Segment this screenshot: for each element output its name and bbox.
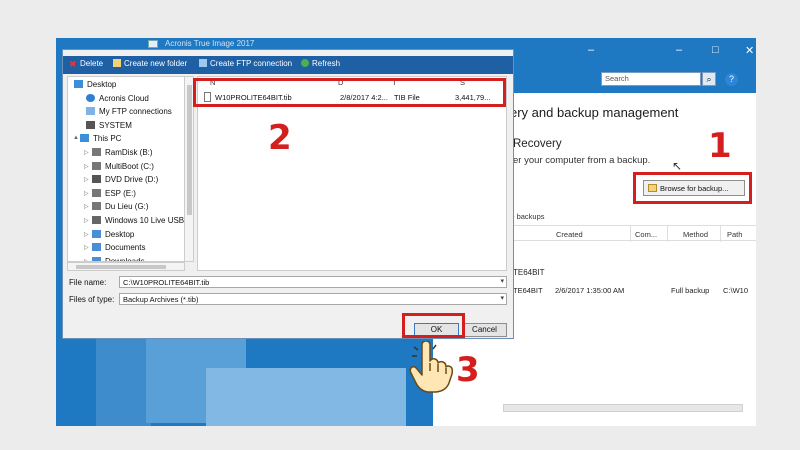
column-header[interactable]: Com... xyxy=(635,230,657,239)
tree-item-label: SYSTEM xyxy=(99,120,132,130)
pointing-hand-icon xyxy=(409,341,454,393)
column-header[interactable]: Method xyxy=(683,230,708,239)
tree-item-label: Desktop xyxy=(87,80,117,89)
expand-icon[interactable]: ▷ xyxy=(84,231,89,238)
refresh-icon xyxy=(301,59,309,67)
minimize-icon[interactable]: – xyxy=(676,44,682,56)
minimize-icon[interactable]: – xyxy=(588,44,594,56)
expand-icon[interactable]: ▷ xyxy=(84,163,89,170)
backup-row-path[interactable]: C:\W10 xyxy=(723,286,748,295)
drive-icon xyxy=(92,161,101,170)
new-folder-icon xyxy=(113,59,121,67)
tree-item[interactable]: Acronis Cloud xyxy=(86,93,149,103)
tree-item-label: This PC xyxy=(93,134,122,144)
tree-item-label: Windows 10 Live USB ( xyxy=(105,216,185,225)
mouse-cursor-icon: ↖ xyxy=(672,159,683,173)
usb-icon xyxy=(92,216,101,224)
filename-label: File name: xyxy=(69,278,107,287)
delete-icon: ✖ xyxy=(69,59,77,69)
tree-item[interactable]: ▷ Windows 10 Live USB ( xyxy=(84,216,185,225)
desktop-icon xyxy=(74,80,83,88)
tree-item-label: Desktop xyxy=(105,229,135,239)
search-icon[interactable]: ⌕ xyxy=(702,72,716,86)
backup-table-header: Created Com... Method Path xyxy=(508,225,756,242)
folder-tree[interactable]: Desktop Acronis Cloud My FTP connections SY… xyxy=(67,76,185,262)
recovery-subtitle: er your computer from a backup. xyxy=(513,155,651,166)
create-ftp-button[interactable]: Create FTP connection xyxy=(199,59,292,68)
tree-item-label: Acronis Cloud xyxy=(99,93,149,103)
user-icon xyxy=(86,120,95,129)
refresh-button[interactable]: Refresh xyxy=(301,59,340,68)
tree-item[interactable]: Desktop xyxy=(74,80,116,89)
tree-item[interactable]: ▷ Du Lieu (G:) xyxy=(84,202,149,212)
drive-icon xyxy=(92,202,101,211)
filetype-select[interactable]: Backup Archives (*.tib) ▾ xyxy=(119,293,507,305)
search-input[interactable]: Search xyxy=(601,72,701,86)
tree-item[interactable]: ▷ ESP (E:) xyxy=(84,188,136,198)
dropdown-arrow-icon[interactable]: ▾ xyxy=(500,277,504,285)
backup-row-method[interactable]: Full backup xyxy=(671,286,709,295)
ftp-icon xyxy=(86,107,95,116)
scrollbar-thumb[interactable] xyxy=(76,265,166,269)
step-number-3: 3 xyxy=(456,350,480,390)
tree-item-label: Du Lieu (G:) xyxy=(105,202,149,212)
help-icon[interactable]: ? xyxy=(725,73,738,86)
highlight-box-ok xyxy=(402,313,465,338)
filetype-label: Files of type: xyxy=(69,295,115,304)
computer-icon xyxy=(80,134,89,143)
tree-item[interactable]: ▷ Documents xyxy=(84,243,146,253)
expand-icon[interactable]: ▷ xyxy=(84,244,89,251)
expand-icon[interactable]: ▷ xyxy=(84,149,89,156)
filename-input[interactable]: C:\W10PROLITE64BIT.tib ▾ xyxy=(119,276,507,288)
dialog-toolbar: ✖ Delete Create new folder Create FTP con… xyxy=(63,56,513,74)
step-number-1: 1 xyxy=(708,126,732,166)
drive-icon xyxy=(92,188,101,197)
folder-icon xyxy=(92,243,101,252)
step-number-2: 2 xyxy=(268,118,292,158)
cancel-button[interactable]: Cancel xyxy=(462,323,507,337)
tree-item[interactable]: My FTP connections xyxy=(86,107,172,116)
tree-item[interactable]: ▷ DVD Drive (D:) xyxy=(84,175,159,185)
delete-button[interactable]: ✖ Delete xyxy=(69,59,103,69)
dvd-icon xyxy=(92,175,101,184)
page-title: ery and backup management xyxy=(510,105,679,120)
backup-group-label: TE64BIT xyxy=(513,268,545,277)
tree-item-label: ESP (E:) xyxy=(105,188,136,198)
backup-row-name[interactable]: TE64BIT xyxy=(513,286,543,295)
recovery-title: Recovery xyxy=(513,138,562,150)
tree-item[interactable]: SYSTEM xyxy=(86,120,132,130)
create-folder-button[interactable]: Create new folder xyxy=(113,59,187,68)
column-header[interactable]: Path xyxy=(727,230,742,239)
tree-item-label: DVD Drive (D:) xyxy=(105,175,159,185)
tree-horizontal-scrollbar[interactable] xyxy=(67,262,185,271)
highlight-box-file xyxy=(193,78,506,107)
tree-item-label: MultiBoot (C:) xyxy=(105,161,154,171)
maximize-icon[interactable]: □ xyxy=(712,44,719,56)
tree-item[interactable]: ▷ MultiBoot (C:) xyxy=(84,161,154,171)
expand-icon[interactable]: ▷ xyxy=(84,203,89,210)
tree-item[interactable]: ▷ RamDisk (B:) xyxy=(84,148,153,157)
folder-icon xyxy=(92,229,101,238)
app-logo-icon xyxy=(148,40,158,48)
highlight-box-browse xyxy=(633,172,752,204)
tree-item-label: RamDisk (B:) xyxy=(105,148,153,157)
cloud-icon xyxy=(86,93,95,102)
drive-icon xyxy=(92,148,101,156)
backup-row-created[interactable]: 2/6/2017 1:35:00 AM xyxy=(555,286,624,295)
column-header[interactable]: Created xyxy=(556,230,583,239)
expand-icon[interactable]: ▷ xyxy=(84,176,89,183)
ftp-icon xyxy=(199,59,207,67)
tree-item[interactable]: ▷ Desktop xyxy=(84,229,135,239)
close-icon[interactable]: ✕ xyxy=(745,44,754,57)
tree-item[interactable]: ▲ This PC xyxy=(73,134,122,144)
scrollbar-thumb[interactable] xyxy=(187,85,192,215)
expand-icon[interactable]: ▷ xyxy=(84,217,89,224)
horizontal-scrollbar[interactable] xyxy=(503,404,743,412)
tree-item-label: Documents xyxy=(105,243,146,253)
expand-icon[interactable]: ▲ xyxy=(73,135,79,141)
expand-icon[interactable]: ▷ xyxy=(84,190,89,197)
tree-item-label: My FTP connections xyxy=(99,107,172,117)
dropdown-arrow-icon[interactable]: ▾ xyxy=(500,294,504,302)
app-title: Acronis True Image 2017 xyxy=(165,39,255,48)
